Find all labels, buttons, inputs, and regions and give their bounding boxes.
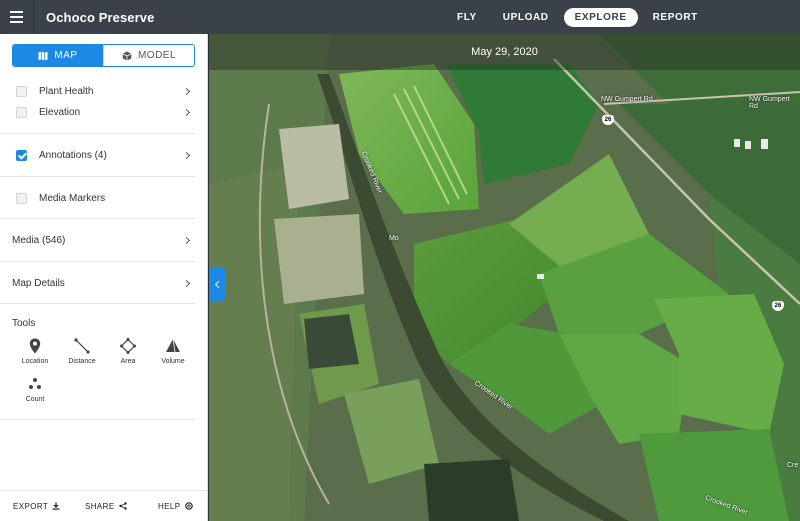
place-label: Cre — [787, 462, 799, 469]
layer-elevation[interactable]: Elevation — [0, 105, 208, 119]
location-pin-icon — [29, 338, 41, 354]
media-markers-label: Media Markers — [39, 192, 106, 204]
media-section[interactable]: Media (546) — [0, 233, 208, 247]
elevation-label: Elevation — [39, 106, 81, 118]
distance-tool-label: Distance — [68, 358, 96, 365]
chevron-right-icon — [182, 108, 191, 116]
export-button[interactable]: EXPORT — [13, 502, 60, 511]
export-label: EXPORT — [13, 501, 49, 511]
layer-media-markers[interactable]: Media Markers — [0, 191, 208, 205]
share-button[interactable]: SHARE — [85, 502, 127, 511]
sidebar-footer: EXPORT SHARE HELP — [0, 490, 208, 521]
elevation-checkbox[interactable] — [16, 106, 27, 118]
cube-icon — [122, 51, 132, 61]
divider — [0, 419, 195, 420]
count-tool[interactable]: Count — [13, 376, 57, 403]
capture-date: May 29, 2020 — [471, 46, 538, 58]
map-canvas[interactable]: May 29, 2020 NW Gumpert Rd NW Gumpert Rd… — [209, 34, 800, 521]
project-title: Ochoco Preserve — [46, 9, 155, 25]
chevron-right-icon — [182, 236, 191, 244]
area-tool-label: Area — [120, 358, 136, 365]
divider — [0, 176, 195, 177]
divider — [0, 261, 195, 262]
nav-report[interactable]: REPORT — [642, 8, 709, 27]
help-label: HELP — [158, 501, 181, 511]
layer-annotations[interactable]: Annotations (4) — [0, 148, 208, 162]
model-view-label: MODEL — [137, 50, 177, 61]
nav-upload[interactable]: UPLOAD — [492, 8, 560, 27]
area-polygon-icon — [120, 338, 136, 354]
distance-line-icon — [74, 338, 90, 354]
location-tool[interactable]: Location — [13, 338, 57, 365]
view-toggle: MAP MODEL — [12, 44, 195, 67]
menu-button[interactable] — [0, 0, 34, 34]
download-icon — [52, 502, 60, 510]
tools-heading: Tools — [12, 318, 36, 329]
annotations-label: Annotations (4) — [39, 149, 107, 161]
count-tool-label: Count — [25, 396, 45, 403]
divider — [0, 218, 195, 219]
share-label: SHARE — [85, 501, 115, 511]
date-banner: May 29, 2020 — [209, 34, 800, 70]
divider — [0, 303, 195, 304]
volume-pyramid-icon — [166, 338, 180, 353]
distance-tool[interactable]: Distance — [60, 338, 104, 365]
annotations-checkbox[interactable] — [16, 149, 27, 161]
count-dots-icon — [29, 378, 41, 389]
layer-plant-health[interactable]: Plant Health — [0, 84, 208, 98]
place-label: Mo — [389, 235, 399, 242]
media-section-label: Media (546) — [12, 234, 66, 246]
plant-health-checkbox[interactable] — [16, 85, 27, 97]
road-label: NW Gumpert Rd — [749, 96, 790, 110]
sidebar: MAP MODEL Plant Health Elevation Annotat… — [0, 34, 208, 521]
chevron-right-icon — [182, 279, 191, 287]
map-view-label: MAP — [54, 50, 78, 61]
aerial-imagery — [209, 34, 800, 521]
volume-tool[interactable]: Volume — [151, 338, 195, 365]
road-label: NW Gumpert Rd — [601, 96, 653, 103]
share-icon — [118, 502, 127, 510]
map-icon — [38, 51, 48, 60]
map-details-label: Map Details — [12, 277, 65, 289]
collapse-sidebar-button[interactable] — [209, 267, 225, 301]
map-view-button[interactable]: MAP — [13, 45, 103, 66]
main-nav: FLY UPLOAD EXPLORE REPORT — [446, 0, 713, 34]
map-details-section[interactable]: Map Details — [0, 276, 208, 290]
location-tool-label: Location — [21, 358, 49, 365]
route-number: 26 — [774, 303, 782, 309]
chevron-right-icon — [182, 151, 191, 159]
plant-health-label: Plant Health — [39, 85, 94, 97]
chevron-right-icon — [182, 87, 191, 95]
media-markers-checkbox[interactable] — [16, 192, 27, 204]
model-view-button[interactable]: MODEL — [103, 45, 194, 66]
nav-fly[interactable]: FLY — [446, 8, 488, 27]
chevron-left-icon — [214, 280, 222, 288]
nav-explore[interactable]: EXPLORE — [563, 7, 638, 27]
area-tool[interactable]: Area — [106, 338, 150, 365]
hamburger-icon — [10, 10, 23, 25]
route-number: 26 — [604, 117, 612, 123]
help-button[interactable]: HELP — [158, 502, 193, 511]
divider — [0, 133, 195, 134]
help-lifebuoy-icon — [184, 502, 193, 510]
top-bar: Ochoco Preserve FLY UPLOAD EXPLORE REPOR… — [0, 0, 800, 34]
volume-tool-label: Volume — [161, 358, 185, 365]
